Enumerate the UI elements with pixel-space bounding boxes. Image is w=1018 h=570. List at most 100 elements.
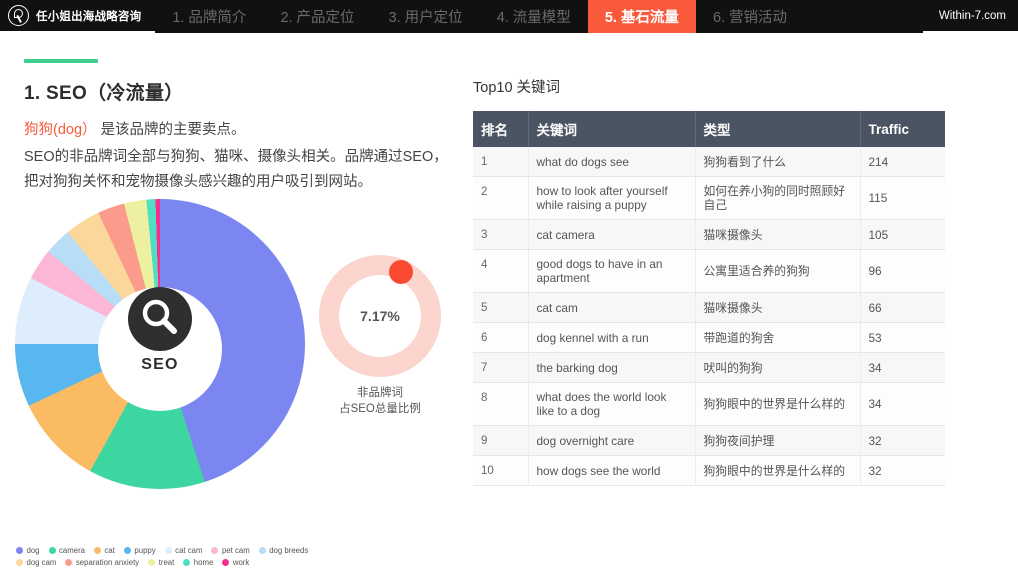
- title-accent-bar: [24, 59, 98, 63]
- legend-swatch-icon: [183, 559, 191, 566]
- legend-item[interactable]: work: [222, 557, 249, 568]
- gauge-caption-line1: 非品牌词: [357, 387, 403, 399]
- keyword-cell: dog overnight care: [528, 425, 696, 456]
- top-keywords-panel: Top10 关键词 排名 关键词 类型 Traffic 1 what do dogs s…: [473, 33, 1018, 570]
- table-col-header[interactable]: Traffic: [860, 111, 945, 147]
- rank-cell: 3: [473, 219, 529, 250]
- type-cell: 狗狗眼中的世界是什么样的: [695, 455, 861, 486]
- table-col-header[interactable]: 关键词: [528, 111, 696, 147]
- table-title: Top10 关键词: [473, 80, 561, 96]
- legend-label: puppy: [134, 546, 156, 555]
- type-cell: 带跑道的狗舍: [695, 322, 861, 353]
- table-row[interactable]: 8 what does the world look like to a dog 狗…: [473, 382, 945, 426]
- legend-swatch-icon: [94, 547, 102, 554]
- legend-item[interactable]: dog breeds: [258, 545, 308, 556]
- nav-tab-4[interactable]: 4. 流量模型: [480, 0, 588, 33]
- non-brand-share-gauge: 7.17% 非品牌词 占SEO总量比例: [319, 255, 441, 415]
- legend-label: dog: [26, 546, 40, 555]
- seo-center-label: SEO: [141, 356, 179, 373]
- type-cell: 狗狗夜间护理: [695, 425, 861, 456]
- gauge-value: 7.17%: [360, 308, 400, 324]
- legend-label: dog cam: [26, 558, 57, 567]
- seo-keyword-donut-chart: SEO: [15, 199, 305, 499]
- legend-swatch-icon: [65, 559, 73, 566]
- legend-item[interactable]: puppy: [123, 545, 156, 556]
- type-cell: 狗狗看到了什么: [695, 147, 861, 177]
- keyword-cell: the barking dog: [528, 352, 696, 383]
- rank-cell: 2: [473, 176, 529, 220]
- circle-r-logo-icon: [8, 5, 29, 26]
- nav-tab-1[interactable]: 1. 品牌简介: [155, 0, 263, 33]
- traffic-cell: 34: [860, 382, 945, 426]
- table-row[interactable]: 9 dog overnight care 狗狗夜间护理 32: [473, 425, 945, 456]
- traffic-cell: 32: [860, 455, 945, 486]
- type-cell: 公寓里适合养的狗狗: [695, 249, 861, 293]
- rank-cell: 6: [473, 322, 529, 353]
- rank-cell: 1: [473, 147, 529, 177]
- keyword-cell: good dogs to have in an apartment: [528, 249, 696, 293]
- gauge-caption: 非品牌词 占SEO总量比例: [305, 385, 455, 417]
- page-title: 1. SEO（冷流量）: [24, 83, 184, 104]
- legend-item[interactable]: home: [183, 557, 213, 568]
- nav-tab-3[interactable]: 3. 用户定位: [372, 0, 480, 33]
- table-body: 1 what do dogs see 狗狗看到了什么 214 2 how to look …: [473, 147, 945, 486]
- legend-item[interactable]: dog cam: [16, 557, 56, 568]
- table-row[interactable]: 3 cat camera 猫咪摄像头 105: [473, 219, 945, 250]
- table-row[interactable]: 1 what do dogs see 狗狗看到了什么 214: [473, 147, 945, 177]
- legend-swatch-icon: [48, 547, 56, 554]
- legend-item[interactable]: treat: [148, 557, 174, 568]
- rank-cell: 7: [473, 352, 529, 383]
- traffic-cell: 115: [860, 176, 945, 220]
- lead-rest: 是该品牌的主要卖点。: [100, 122, 246, 138]
- legend-item[interactable]: camera: [48, 545, 86, 556]
- legend-swatch-icon: [164, 547, 172, 554]
- magnifier-icon: [128, 287, 192, 351]
- nav-tab-5[interactable]: 5. 基石流量: [587, 0, 696, 33]
- seo-center-badge: SEO: [110, 287, 210, 387]
- rank-cell: 8: [473, 382, 529, 426]
- site-url: Within-7.com: [922, 0, 1018, 33]
- legend-item[interactable]: dog: [16, 545, 40, 556]
- legend-label: cat cam: [175, 546, 203, 555]
- table-row[interactable]: 5 cat cam 猫咪摄像头 66: [473, 292, 945, 323]
- legend-swatch-icon: [258, 547, 266, 554]
- table-col-header[interactable]: 类型: [695, 111, 861, 147]
- brand-block: 任小姐出海战略咨询: [0, 0, 156, 33]
- legend-label: separation anxiety: [75, 558, 140, 567]
- legend-swatch-icon: [148, 559, 156, 566]
- table-row[interactable]: 6 dog kennel with a run 带跑道的狗舍 53: [473, 322, 945, 353]
- traffic-cell: 214: [860, 147, 945, 177]
- legend-item[interactable]: pet cam: [211, 545, 250, 556]
- lead-statement: 狗狗(dog） 是该品牌的主要卖点。: [24, 118, 246, 139]
- gauge-progress-dot: [389, 259, 414, 284]
- body-copy: SEO的非品牌词全部与狗狗、猫咪、摄像头相关。品牌通过SEO，把对狗狗关怀和宠物…: [24, 149, 448, 190]
- chart-legend: dog camera cat puppy cat cam pet cam dog breed…: [16, 545, 346, 569]
- nav-tab-2[interactable]: 2. 产品定位: [263, 0, 371, 33]
- keyword-cell: how to look after yourself while raising…: [528, 176, 696, 220]
- table-col-header[interactable]: 排名: [473, 111, 529, 147]
- gauge-caption-line2: 占SEO总量比例: [339, 403, 421, 415]
- nav-tab-6[interactable]: 6. 营销活动: [696, 0, 804, 33]
- type-cell: 如何在养小狗的同时照顾好自己: [695, 176, 861, 220]
- table-row[interactable]: 7 the barking dog 吠叫的狗狗 34: [473, 352, 945, 383]
- legend-item[interactable]: cat cam: [164, 545, 203, 556]
- legend-label: camera: [59, 546, 86, 555]
- seo-overview-panel: 1. SEO（冷流量） 狗狗(dog） 是该品牌的主要卖点。 SEO的非品牌词全…: [0, 33, 470, 570]
- legend-swatch-icon: [222, 559, 230, 566]
- rank-cell: 9: [473, 425, 529, 456]
- legend-swatch-icon: [16, 559, 23, 566]
- table-row[interactable]: 2 how to look after yourself while raisin…: [473, 176, 945, 220]
- legend-item[interactable]: cat: [94, 545, 115, 556]
- type-cell: 吠叫的狗狗: [695, 352, 861, 383]
- rank-cell: 5: [473, 292, 529, 323]
- traffic-cell: 96: [860, 249, 945, 293]
- legend-label: pet cam: [221, 546, 250, 555]
- table-row[interactable]: 10 how dogs see the world 狗狗眼中的世界是什么样的 32: [473, 455, 945, 486]
- traffic-cell: 66: [860, 292, 945, 323]
- traffic-cell: 34: [860, 352, 945, 383]
- legend-swatch-icon: [211, 547, 219, 554]
- legend-item[interactable]: separation anxiety: [65, 557, 139, 568]
- table-row[interactable]: 4 good dogs to have in an apartment 公寓里适合养…: [473, 249, 945, 293]
- traffic-cell: 32: [860, 425, 945, 456]
- gauge-hole: 7.17%: [339, 275, 421, 357]
